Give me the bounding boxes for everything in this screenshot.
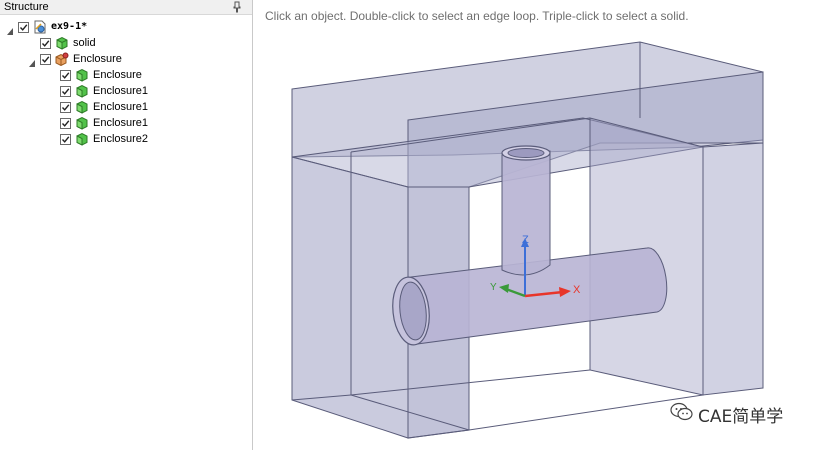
tree-item-label: solid: [73, 37, 96, 49]
wechat-icon: [670, 402, 694, 427]
visibility-checkbox[interactable]: [60, 133, 71, 145]
document-icon: [33, 20, 47, 34]
graphics-viewport[interactable]: Click an object. Double-click to select …: [253, 0, 827, 450]
tree-item-ex9-1[interactable]: ex9-1*: [6, 19, 87, 35]
visibility-checkbox[interactable]: [60, 101, 71, 113]
expand-arrow-icon[interactable]: [28, 55, 37, 67]
triad-z-label: Z: [522, 234, 529, 246]
solid-body-icon: [75, 116, 89, 130]
enclosure-left-block[interactable]: [291, 156, 409, 439]
panel-header: Structure: [0, 0, 252, 15]
tree-item-enclosure1[interactable]: Enclosure1: [60, 99, 148, 115]
model-scene[interactable]: Z X Y: [253, 0, 827, 450]
tree-item-enclosure2[interactable]: Enclosure2: [60, 131, 148, 147]
visibility-checkbox[interactable]: [60, 69, 71, 81]
tree-item-label: Enclosure1: [93, 101, 149, 113]
tree-item-enclosure1[interactable]: Enclosure1: [60, 115, 148, 131]
tree-item-solid[interactable]: solid: [40, 35, 96, 51]
expand-arrow-icon[interactable]: [6, 23, 15, 35]
tree-item-label: Enclosure1: [93, 85, 149, 97]
tree-item-enclosure-group[interactable]: Enclosure: [28, 51, 122, 67]
structure-panel: Structure ex9-1* solid Enclosure Enclosu…: [0, 0, 253, 450]
solid-body-icon: [75, 132, 89, 146]
pin-icon[interactable]: [232, 0, 242, 13]
solid-body-icon: [55, 36, 69, 50]
tree-item-enclosure[interactable]: Enclosure: [60, 67, 142, 83]
tree-item-label: Enclosure: [93, 69, 142, 81]
watermark-text: CAE简单学: [698, 407, 784, 427]
visibility-checkbox[interactable]: [18, 21, 29, 33]
solid-body-icon: [75, 100, 89, 114]
watermark: CAE简单学: [670, 402, 783, 427]
panel-title: Structure: [4, 1, 49, 13]
visibility-checkbox[interactable]: [40, 53, 51, 65]
visibility-checkbox[interactable]: [60, 85, 71, 97]
visibility-checkbox[interactable]: [60, 117, 71, 129]
solid-body-icon: [75, 68, 89, 82]
tree-item-label: Enclosure2: [93, 133, 149, 145]
solid-body-icon: [75, 84, 89, 98]
tree-item-enclosure1[interactable]: Enclosure1: [60, 83, 148, 99]
tree-item-label: ex9-1*: [51, 21, 88, 32]
tree-item-label: Enclosure1: [93, 117, 149, 129]
triad-x-label: X: [573, 284, 581, 296]
tree-item-label: Enclosure: [73, 53, 122, 65]
visibility-checkbox[interactable]: [40, 37, 51, 49]
triad-y-label: Y: [490, 282, 497, 293]
enclosure-group-icon: [55, 52, 69, 67]
